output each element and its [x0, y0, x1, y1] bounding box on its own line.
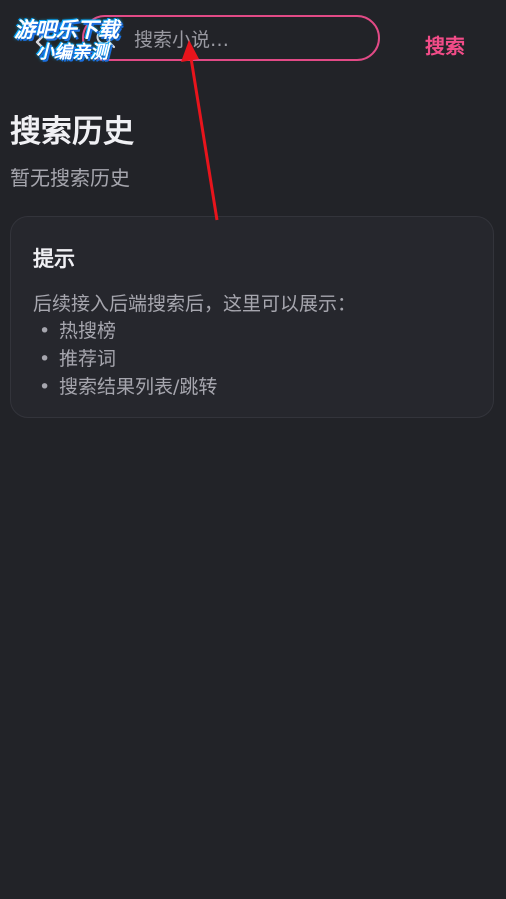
list-item: • 搜索结果列表/跳转 — [33, 373, 217, 401]
tip-list: • 热搜榜 • 推荐词 • 搜索结果列表/跳转 — [33, 317, 217, 401]
list-item-label: 搜索结果列表/跳转 — [59, 376, 218, 398]
history-title: 搜索历史 — [10, 114, 134, 150]
tip-description: 后续接入后端搜索后，这里可以展示： — [33, 293, 357, 315]
search-button[interactable]: 搜索 — [412, 28, 478, 60]
list-item: • 推荐词 — [33, 345, 217, 373]
search-icon — [96, 29, 116, 49]
tip-card: 提示 后续接入后端搜索后，这里可以展示： • 热搜榜 • 推荐词 • 搜索结果列表/跳… — [10, 216, 494, 418]
bullet: • — [39, 376, 51, 398]
top-bar: 搜索 — [0, 0, 506, 80]
list-item: • 热搜榜 — [33, 317, 217, 345]
list-item-label: 推荐词 — [59, 348, 117, 370]
bullet: • — [39, 320, 51, 342]
history-empty-text: 暂无搜索历史 — [10, 166, 130, 190]
bullet: • — [39, 348, 51, 370]
chevron-left-icon — [35, 32, 47, 52]
list-item-label: 热搜榜 — [59, 320, 117, 342]
back-button[interactable] — [22, 22, 62, 62]
tip-title: 提示 — [33, 247, 75, 271]
search-input[interactable] — [132, 23, 372, 57]
search-box[interactable] — [82, 15, 380, 61]
search-page: 搜索 游吧乐下载 小编亲测 搜索历史 暂无搜索历史 提示 后续接入后端搜索后，这… — [0, 0, 506, 899]
